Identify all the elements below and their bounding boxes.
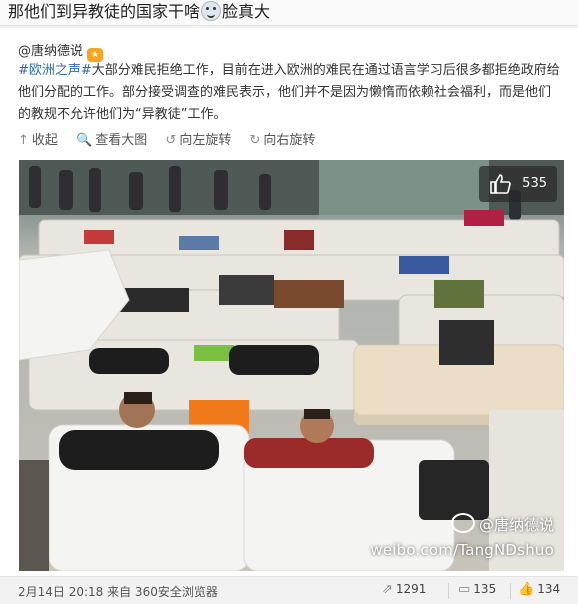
rotate-left-button[interactable]: ↺ 向左旋转: [165, 129, 231, 148]
repost-icon: ⇗: [382, 582, 393, 597]
title-text: 那他们到异教徒的国家干啥: [8, 2, 201, 21]
page-title: 那他们到异教徒的国家干啥 脸真大: [0, 0, 578, 26]
photo-watermark: @唐纳德说 weibo.com/TangNDshuo: [370, 513, 554, 559]
photo-like-count: 535: [522, 176, 547, 191]
media-toolbar: ↑ 收起 🔍 查看大图 ↺ 向左旋转 ↻ 向右旋转: [18, 129, 329, 149]
post-photo[interactable]: 535 @唐纳德说 weibo.com/TangNDshuo: [19, 160, 564, 571]
post-footer: 2月14日 20:18 来自 360安全浏览器 ⇗ 1291 ▭ 135 👍 134: [0, 576, 578, 604]
refugee-hall-photo: [19, 160, 564, 571]
comment-button[interactable]: ▭ 135: [458, 582, 496, 597]
repost-button[interactable]: ⇗ 1291: [382, 582, 426, 597]
post-body: #欧洲之声#大部分难民拒绝工作，目前在进入欧洲的难民在通过语言学习后很多都拒绝政…: [18, 60, 563, 126]
rotate-right-icon: ↻: [249, 133, 261, 148]
view-large-button[interactable]: 🔍 查看大图: [76, 129, 147, 148]
divider: [510, 583, 511, 599]
post-text: 大部分难民拒绝工作，目前在进入欧洲的难民在通过语言学习后很多都拒绝政府给他们分配…: [18, 63, 560, 122]
post-timestamp[interactable]: 2月14日 20:18 来自 360安全浏览器: [18, 583, 218, 600]
rotate-right-label: 向右旋转: [263, 133, 316, 148]
post-author[interactable]: @唐纳德说 ★: [18, 40, 104, 62]
author-name[interactable]: @唐纳德说: [18, 44, 83, 59]
thumbs-up-icon: 👍: [518, 582, 535, 597]
rotate-left-label: 向左旋转: [179, 133, 232, 148]
collapse-button[interactable]: ↑ 收起: [18, 129, 58, 148]
repost-count: 1291: [395, 582, 427, 596]
comment-count: 135: [473, 582, 497, 596]
face-emoji-icon: [201, 1, 222, 21]
hashtag-link[interactable]: #欧洲之声#: [18, 63, 92, 78]
divider: [448, 583, 449, 599]
like-button[interactable]: 👍 134: [518, 582, 560, 597]
rotate-left-icon: ↺: [165, 133, 177, 148]
collapse-label: 收起: [31, 133, 58, 148]
arrow-up-icon: ↑: [18, 133, 29, 148]
magnifier-icon: 🔍: [76, 133, 93, 148]
weibo-logo-icon: [450, 513, 475, 533]
view-large-label: 查看大图: [95, 133, 148, 148]
watermark-url: weibo.com/TangNDshuo: [370, 541, 554, 559]
comment-icon: ▭: [458, 582, 471, 597]
photo-like-button[interactable]: 535: [479, 166, 557, 202]
title-text-suffix: 脸真大: [222, 2, 271, 21]
weibo-post-card: @唐纳德说 ★ #欧洲之声#大部分难民拒绝工作，目前在进入欧洲的难民在通过语言学习…: [0, 28, 578, 576]
like-count: 134: [537, 582, 561, 596]
rotate-right-button[interactable]: ↻ 向右旋转: [249, 129, 315, 148]
thumbs-up-icon: [490, 174, 511, 194]
watermark-name: @唐纳德说: [478, 516, 554, 534]
